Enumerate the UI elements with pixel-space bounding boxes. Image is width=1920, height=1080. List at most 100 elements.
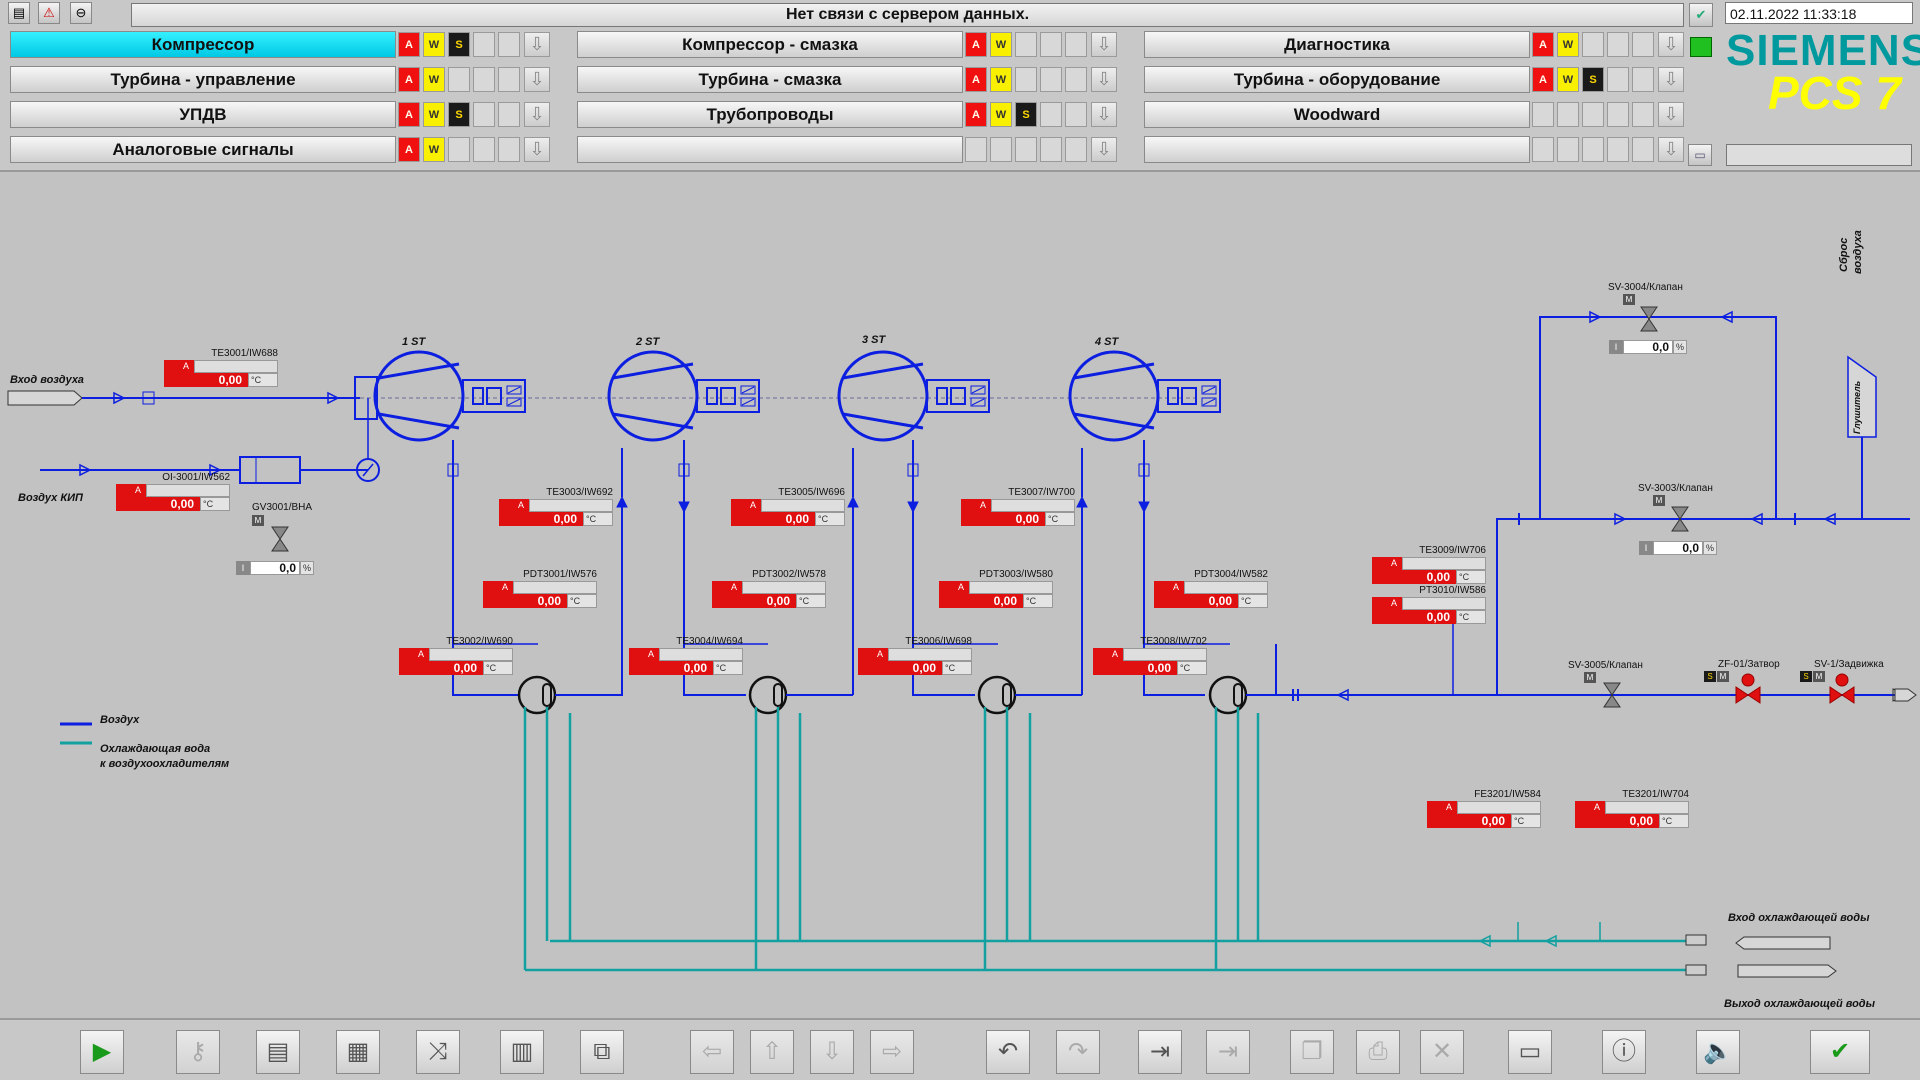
area-name[interactable] (577, 136, 963, 163)
area-down-arrow-icon[interactable]: ⇩ (1658, 67, 1684, 92)
seal-hatch (741, 398, 755, 406)
area-button-7[interactable]: Трубопроводы A W S ⇩ (577, 101, 1117, 129)
info-button[interactable]: ⓘ (1602, 1030, 1646, 1074)
flow-arrow (847, 495, 859, 508)
nav-up-button[interactable]: ⇧ (750, 1030, 794, 1074)
area-down-arrow-icon[interactable]: ⇩ (524, 32, 550, 57)
area-name[interactable]: Трубопроводы (577, 101, 963, 128)
area-name[interactable]: Woodward (1144, 101, 1530, 128)
minus-icon[interactable]: ⊖ (70, 2, 92, 24)
alarm-indicator (399, 648, 413, 661)
area-name[interactable]: Диагностика (1144, 31, 1530, 58)
alarm-letter: A (726, 581, 742, 594)
area-button-10[interactable]: ⇩ (577, 136, 1117, 164)
seal-hatch (971, 386, 985, 394)
alarm-cell-empty (1582, 32, 1604, 57)
area-button-6[interactable]: УПДВ A W S ⇩ (10, 101, 550, 129)
window-print-button[interactable]: ⎙ (1356, 1030, 1400, 1074)
ack-all-button[interactable]: ✔ (1810, 1030, 1870, 1074)
notepad-icon[interactable]: ▤ (8, 2, 30, 24)
water-out-valve-icon (1685, 964, 1707, 976)
area-button-8[interactable]: Woodward ⇩ (1144, 101, 1684, 129)
alarm-cell-w: W (423, 32, 445, 57)
area-button-9[interactable]: Аналоговые сигналы A W ⇩ (10, 136, 550, 164)
faceplate-value: 0,00 (1372, 610, 1456, 624)
faceplate-tag: TE3004/IW694 (676, 636, 743, 647)
nav-down-button[interactable]: ⇩ (810, 1030, 854, 1074)
area-down-arrow-icon[interactable]: ⇩ (524, 102, 550, 127)
area-name[interactable]: Компрессор - смазка (577, 31, 963, 58)
area-name[interactable]: УПДВ (10, 101, 396, 128)
nav-left-button[interactable]: ⇦ (690, 1030, 734, 1074)
store-picture-button[interactable]: ⇥ (1138, 1030, 1182, 1074)
air-discharge-label: Сброс (1838, 237, 1850, 272)
monitor-button[interactable]: ▭ (1508, 1030, 1552, 1074)
alarm-letter: A (745, 499, 761, 512)
area-button-0[interactable]: Компрессор A W S ⇩ (10, 31, 550, 59)
area-button-2[interactable]: Диагностика A W ⇩ (1144, 31, 1684, 59)
area-down-arrow-icon[interactable]: ⇩ (1658, 102, 1684, 127)
sv3004-mode: M (1623, 294, 1635, 305)
area-name[interactable]: Турбина - оборудование (1144, 66, 1530, 93)
nav-right-button[interactable]: ⇨ (870, 1030, 914, 1074)
faceplate-value-row: 0,00 °C (164, 373, 278, 387)
alarm-cell-empty (1557, 102, 1579, 127)
area-down-arrow-icon[interactable]: ⇩ (1091, 102, 1117, 127)
air-inlet-nozzle (7, 390, 83, 406)
area-button-11[interactable]: ⇩ (1144, 136, 1684, 164)
alarm-cell-empty (1582, 102, 1604, 127)
faceplate-tag: TE3008/IW702 (1140, 636, 1207, 647)
alarm-indicator (731, 499, 745, 512)
trend-button[interactable]: ⤨ (416, 1030, 460, 1074)
bearing (720, 387, 736, 405)
report-button[interactable]: ▦ (336, 1030, 380, 1074)
area-name[interactable]: Аналоговые сигналы (10, 136, 396, 163)
area-down-arrow-icon[interactable]: ⇩ (524, 67, 550, 92)
faceplate-value-row: 0,00 °C (961, 512, 1075, 526)
back-button[interactable]: ↶ (986, 1030, 1030, 1074)
window-stack-button[interactable]: ❐ (1290, 1030, 1334, 1074)
legend-water-label: Охлаждающая вода (100, 743, 211, 755)
area-name[interactable]: Турбина - управление (10, 66, 396, 93)
faceplate-tag: PDT3002/IW578 (752, 569, 826, 580)
alarm-letter: A (178, 360, 194, 373)
thermometer-button[interactable]: ▥ (500, 1030, 544, 1074)
alarm-cell-a: A (398, 67, 420, 92)
faceplate-status-row: A (1372, 597, 1486, 610)
status-cells (1184, 581, 1268, 594)
faceplate-value-row: 0,00 °C (499, 512, 613, 526)
recall-picture-button[interactable]: ⇥ (1206, 1030, 1250, 1074)
area-button-5[interactable]: Турбина - оборудование A W S ⇩ (1144, 66, 1684, 94)
key-button[interactable]: ⚷ (176, 1030, 220, 1074)
faceplate-status-row: A (731, 499, 845, 512)
alarm-cell-empty (1065, 67, 1087, 92)
area-down-arrow-icon[interactable]: ⇩ (1091, 32, 1117, 57)
area-button-3[interactable]: Турбина - управление A W ⇩ (10, 66, 550, 94)
area-name[interactable] (1144, 136, 1530, 163)
alarm-cell-empty (1532, 137, 1554, 162)
picture-select-button[interactable]: ⧉ (580, 1030, 624, 1074)
area-down-arrow-icon[interactable]: ⇩ (1091, 137, 1117, 162)
alarm-list-button[interactable]: ▤ (256, 1030, 300, 1074)
area-down-arrow-icon[interactable]: ⇩ (1658, 32, 1684, 57)
forward-button[interactable]: ↷ (1056, 1030, 1100, 1074)
start-runtime-button[interactable]: ▶ (80, 1030, 124, 1074)
warning-icon[interactable]: ⚠ (38, 2, 60, 24)
zf01-actuator-icon (1741, 673, 1755, 687)
window-close-button[interactable]: ✕ (1420, 1030, 1464, 1074)
area-button-4[interactable]: Турбина - смазка A W ⇩ (577, 66, 1117, 94)
area-down-arrow-icon[interactable]: ⇩ (524, 137, 550, 162)
horn-ack-button[interactable]: 🔈 (1696, 1030, 1740, 1074)
area-name[interactable]: Турбина - смазка (577, 66, 963, 93)
display-icon[interactable]: ▭ (1688, 144, 1712, 166)
cooling-water-in-label: Вход охлаждающей воды (1728, 912, 1870, 924)
area-button-1[interactable]: Компрессор - смазка A W ⇩ (577, 31, 1117, 59)
acknowledge-icon[interactable]: ✔ (1689, 3, 1713, 27)
area-name[interactable]: Компрессор (10, 31, 396, 58)
faceplate-unit: °C (1238, 594, 1268, 608)
cooler-bundle (773, 683, 783, 707)
area-down-arrow-icon[interactable]: ⇩ (1658, 137, 1684, 162)
alarm-letter: A (1386, 557, 1402, 570)
area-down-arrow-icon[interactable]: ⇩ (1091, 67, 1117, 92)
gv3001-tag: GV3001/BHA (252, 502, 313, 513)
